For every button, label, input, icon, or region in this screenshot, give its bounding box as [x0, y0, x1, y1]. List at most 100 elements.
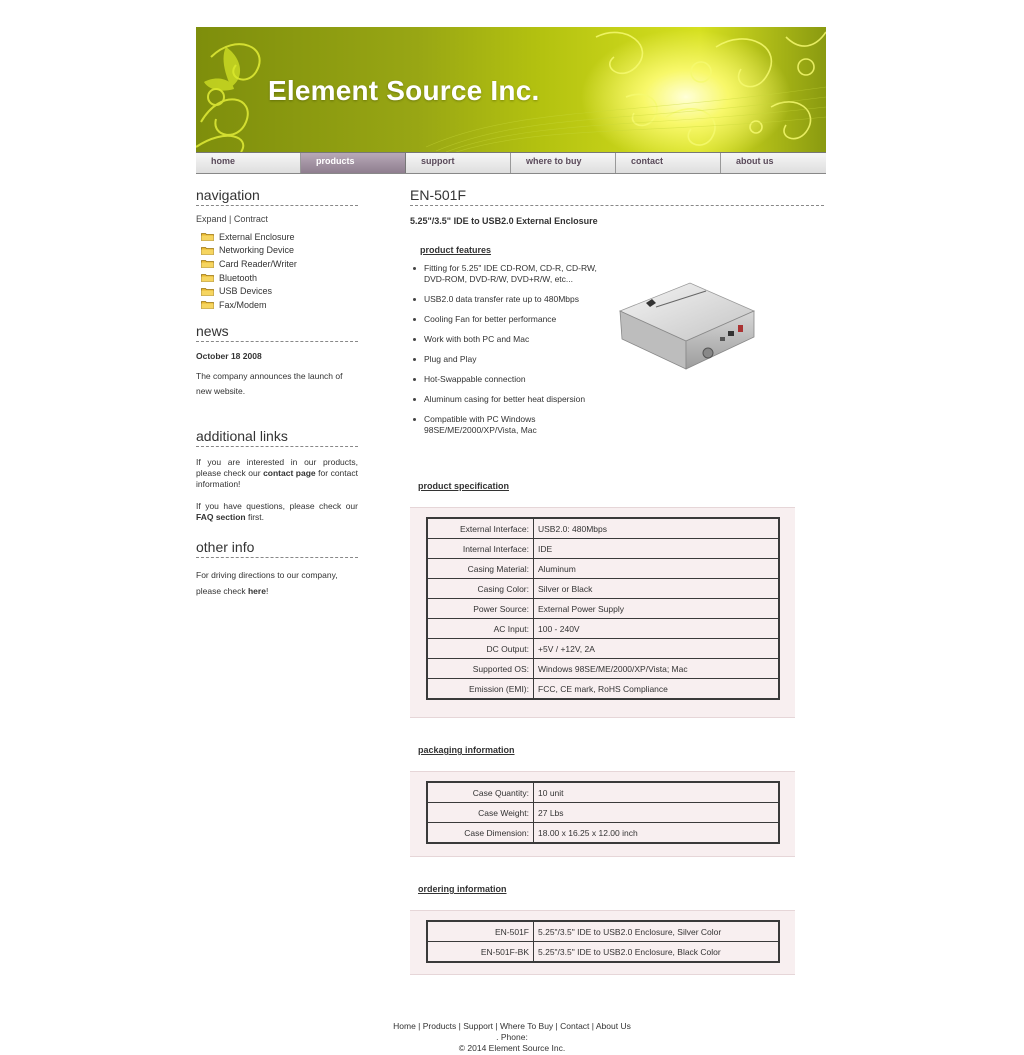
- feature-list: Fitting for 5.25" IDE CD-ROM, CD-R, CD-R…: [410, 263, 600, 445]
- top-navigation: home products support where to buy conta…: [196, 152, 826, 174]
- directions-text-end: !: [265, 585, 269, 596]
- category-item[interactable]: USB Devices: [196, 284, 358, 298]
- expand-contract-controls: Expand | Contract: [196, 214, 358, 224]
- other-info-heading: other info: [196, 539, 358, 558]
- order-code: EN-501F: [426, 920, 534, 942]
- table-row: EN-501F 5.25"/3.5" IDE to USB2.0 Enclosur…: [426, 920, 780, 942]
- spec-key: Casing Material:: [426, 558, 534, 579]
- folder-icon: [201, 273, 214, 282]
- folder-icon: [201, 246, 214, 255]
- news-date: October 18 2008: [196, 350, 262, 361]
- footer-copyright: © 2014 Element Source Inc.: [458, 1043, 566, 1053]
- footer-link-support[interactable]: Support: [463, 1021, 493, 1031]
- tab-products[interactable]: products: [301, 153, 406, 173]
- order-description: 5.25"/3.5" IDE to USB2.0 Enclosure, Silv…: [533, 920, 780, 942]
- category-item[interactable]: Fax/Modem: [196, 298, 358, 312]
- spec-key: Internal Interface:: [426, 538, 534, 559]
- contact-paragraph: If you are interested in our products, p…: [196, 457, 358, 490]
- faq-paragraph: If you have questions, please check our …: [196, 501, 358, 523]
- faq-paragraph-text: If you have questions, please check our: [196, 500, 358, 511]
- packaging-table: Case Quantity: 10 unit Case Weight: 27 Lbs…: [426, 781, 780, 844]
- category-label: Fax/Modem: [219, 299, 267, 310]
- news-text: The company announces the launch of new …: [196, 370, 343, 396]
- spec-value: +5V / +12V, 2A: [533, 638, 780, 659]
- footer-link-products[interactable]: Products: [423, 1021, 457, 1031]
- category-item[interactable]: Bluetooth: [196, 271, 358, 285]
- spec-value: 100 - 240V: [533, 618, 780, 639]
- footer-link-contact[interactable]: Contact: [560, 1021, 589, 1031]
- spec-value: Silver or Black: [533, 578, 780, 599]
- feature-item: Compatible with PC Windows 98SE/ME/2000/…: [410, 414, 600, 436]
- spec-key: Casing Color:: [426, 578, 534, 599]
- feature-item: USB2.0 data transfer rate up to 480Mbps: [410, 294, 600, 305]
- folder-icon: [201, 300, 214, 310]
- table-row: Supported OS: Windows 98SE/ME/2000/XP/Vis…: [426, 658, 780, 679]
- table-row: Power Source: External Power Supply: [426, 598, 780, 619]
- ordering-table-panel: EN-501F 5.25"/3.5" IDE to USB2.0 Enclosur…: [410, 910, 795, 975]
- footer-phone: . Phone:: [496, 1032, 528, 1042]
- contact-page-link[interactable]: contact page: [263, 468, 316, 478]
- feature-item: Cooling Fan for better performance: [410, 314, 600, 325]
- category-label: Bluetooth: [219, 272, 258, 283]
- tab-contact[interactable]: contact: [616, 153, 721, 173]
- product-image: [616, 273, 758, 373]
- category-item[interactable]: External Enclosure: [196, 230, 358, 244]
- header-banner: Element Source Inc.: [196, 27, 826, 152]
- sidebar: navigation Expand | Contract External En…: [196, 187, 358, 599]
- packaging-key: Case Weight:: [426, 802, 534, 823]
- ordering-information-heading[interactable]: ordering information: [418, 884, 507, 894]
- category-item[interactable]: Networking Device: [196, 244, 358, 258]
- product-model-title: EN-501F: [410, 187, 824, 206]
- footer-link-about-us[interactable]: About Us: [596, 1021, 631, 1031]
- tab-about-us[interactable]: about us: [721, 153, 826, 173]
- packaging-key: Case Dimension:: [426, 822, 534, 844]
- main-content: EN-501F 5.25"/3.5" IDE to USB2.0 Externa…: [410, 187, 824, 975]
- packaging-key: Case Quantity:: [426, 781, 534, 803]
- expand-link[interactable]: Expand: [196, 214, 227, 224]
- category-tree: External Enclosure Networking Device Car…: [196, 230, 358, 312]
- directions-here-link[interactable]: here: [248, 586, 266, 596]
- category-label: Card Reader/Writer: [219, 258, 297, 269]
- table-row: Emission (EMI): FCC, CE mark, RoHS Compli…: [426, 678, 780, 700]
- product-specification-heading[interactable]: product specification: [418, 481, 509, 491]
- folder-icon: [201, 232, 214, 242]
- spec-key: AC Input:: [426, 618, 534, 639]
- folder-icon: [201, 259, 214, 269]
- footer-links: Home | Products | Support | Where To Buy…: [0, 1021, 1024, 1032]
- category-label: External Enclosure: [219, 231, 295, 242]
- footer-link-where-to-buy[interactable]: Where To Buy: [500, 1021, 553, 1031]
- footer-sep: |: [415, 1021, 423, 1031]
- contract-link[interactable]: Contract: [234, 214, 268, 224]
- spec-table: External Interface: USB2.0: 480Mbps Inter…: [426, 517, 780, 700]
- category-label: USB Devices: [219, 286, 273, 297]
- footer: Home | Products | Support | Where To Buy…: [0, 1021, 1024, 1054]
- spec-key: Supported OS:: [426, 658, 534, 679]
- table-row: EN-501F-BK 5.25"/3.5" IDE to USB2.0 Enclo…: [426, 941, 780, 963]
- spec-value: Aluminum: [533, 558, 780, 579]
- spec-table-panel: External Interface: USB2.0: 480Mbps Inter…: [410, 507, 795, 718]
- feature-item: Plug and Play: [410, 354, 600, 365]
- tab-support[interactable]: support: [406, 153, 511, 173]
- tab-where-to-buy[interactable]: where to buy: [511, 153, 616, 173]
- spec-value: FCC, CE mark, RoHS Compliance: [533, 678, 780, 700]
- news-heading: news: [196, 323, 358, 342]
- additional-links-heading: additional links: [196, 428, 358, 447]
- faq-paragraph-text-end: first.: [245, 511, 265, 522]
- folder-icon: [201, 287, 214, 296]
- tab-home[interactable]: home: [196, 153, 301, 173]
- table-row: Internal Interface: IDE: [426, 538, 780, 559]
- packaging-information-heading[interactable]: packaging information: [418, 745, 515, 755]
- packaging-value: 10 unit: [533, 781, 780, 803]
- company-logo-text: Element Source Inc.: [268, 75, 540, 106]
- table-row: External Interface: USB2.0: 480Mbps: [426, 517, 780, 539]
- directions-paragraph: For driving directions to our company, p…: [196, 567, 358, 599]
- category-item[interactable]: Card Reader/Writer: [196, 257, 358, 271]
- table-row: DC Output: +5V / +12V, 2A: [426, 638, 780, 659]
- faq-section-link[interactable]: FAQ section: [196, 512, 246, 522]
- expand-separator: |: [229, 214, 232, 224]
- table-row: Case Quantity: 10 unit: [426, 781, 780, 803]
- feature-item: Aluminum casing for better heat dispersi…: [410, 394, 600, 405]
- footer-link-home[interactable]: Home: [393, 1021, 416, 1031]
- product-features-heading[interactable]: product features: [420, 245, 491, 255]
- spec-key: Emission (EMI):: [426, 678, 534, 700]
